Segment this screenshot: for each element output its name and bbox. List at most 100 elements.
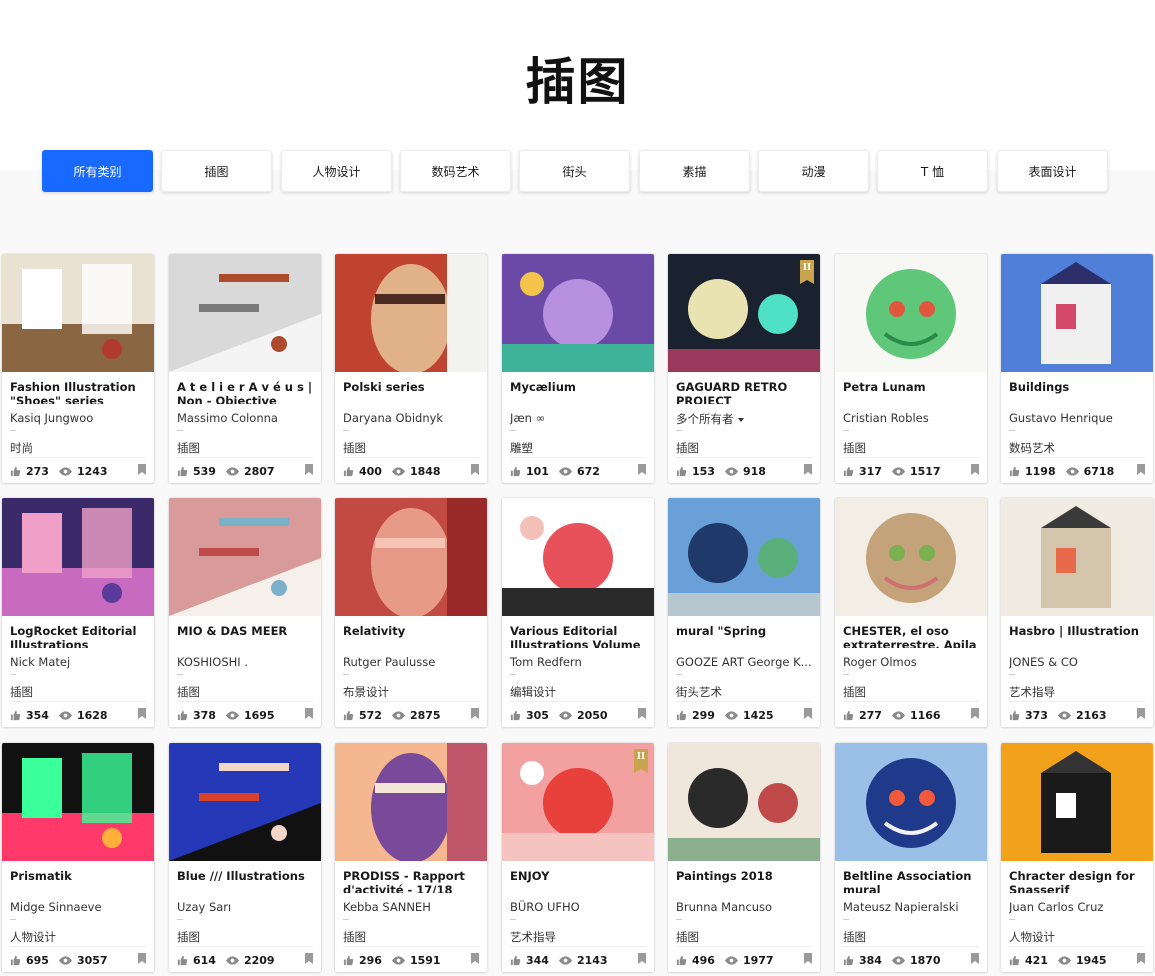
project-field[interactable]: 插图 <box>343 440 483 456</box>
neon-brain-cover[interactable] <box>2 743 154 861</box>
project-card[interactable]: Mycælium Jæn ∞ 雕塑 101 672 <box>502 254 654 483</box>
project-field[interactable]: 插图 <box>843 440 983 456</box>
project-owner[interactable]: Tom Redfern <box>510 655 650 671</box>
bookmark-icon[interactable] <box>804 464 812 475</box>
project-card[interactable]: Various Editorial Illustrations Volume 1… <box>502 498 654 727</box>
bookmark-icon[interactable] <box>638 464 646 475</box>
bookmark-icon[interactable] <box>305 953 313 964</box>
owner-name[interactable]: Daryana Obidnyk <box>343 411 443 425</box>
project-card[interactable]: PRODISS - Rapport d'activité - 17/18 Keb… <box>335 743 487 972</box>
project-card[interactable]: Relativity Rutger Paulusse 布景设计 572 2875 <box>335 498 487 727</box>
bear-painting-cover[interactable] <box>835 498 987 616</box>
project-owner[interactable]: Kasiq Jungwoo <box>10 411 150 427</box>
project-field[interactable]: 人物设计 <box>10 929 150 945</box>
project-owner[interactable]: Mateusz Napieralski <box>843 900 983 916</box>
project-card[interactable]: II GAGUARD RETRO PROJECT 多个所有者 插图 153 91… <box>668 254 820 483</box>
fashion-illustration-cover[interactable] <box>2 254 154 372</box>
street-mural-cover[interactable] <box>835 743 987 861</box>
owner-name[interactable]: Roger Olmos <box>843 655 917 669</box>
project-card[interactable]: II ENJOY BÜRO UFHO 艺术指导 344 2143 <box>502 743 654 972</box>
house-render-cover[interactable] <box>1001 254 1153 372</box>
project-card[interactable]: Petra Lunam Cristian Robles 插图 317 1517 <box>835 254 987 483</box>
project-field[interactable]: 插图 <box>676 440 816 456</box>
caret-down-icon[interactable] <box>737 417 744 422</box>
project-owner[interactable]: Uzay Sarı <box>177 900 317 916</box>
project-field[interactable]: 编辑设计 <box>510 684 650 700</box>
bookmark-icon[interactable] <box>971 464 979 475</box>
project-owner[interactable]: JONES & CO <box>1009 655 1149 671</box>
project-title[interactable]: GAGUARD RETRO PROJECT <box>676 380 816 404</box>
retro-spheres-cover[interactable] <box>668 254 820 372</box>
project-field[interactable]: 插图 <box>843 684 983 700</box>
project-owner[interactable]: BÜRO UFHO <box>510 900 650 916</box>
project-owner[interactable]: Midge Sinnaeve <box>10 900 150 916</box>
project-field[interactable]: 人物设计 <box>1009 929 1149 945</box>
project-field[interactable]: 插图 <box>676 929 816 945</box>
project-field[interactable]: 时尚 <box>10 440 150 456</box>
project-owner[interactable]: Massimo Colonna <box>177 411 317 427</box>
bookmark-icon[interactable] <box>305 464 313 475</box>
woman-portrait-cover[interactable] <box>668 743 820 861</box>
project-field[interactable]: 雕塑 <box>510 440 650 456</box>
project-field[interactable]: 插图 <box>177 929 317 945</box>
bookmark-icon[interactable] <box>138 464 146 475</box>
project-card[interactable]: Blue /// Illustrations Uzay Sarı 插图 614 … <box>169 743 321 972</box>
project-owner[interactable]: Juan Carlos Cruz <box>1009 900 1149 916</box>
owner-name[interactable]: Jæn ∞ <box>510 411 545 425</box>
owner-name[interactable]: Brunna Mancuso <box>676 900 772 914</box>
project-owner[interactable]: Jæn ∞ <box>510 411 650 427</box>
project-title[interactable]: Hasbro | Illustration <box>1009 624 1149 648</box>
project-card[interactable]: Paintings 2018 Brunna Mancuso 插图 496 197… <box>668 743 820 972</box>
filter-sketch[interactable]: 素描 <box>639 150 750 192</box>
project-card[interactable]: MIO & DAS MEER KOSHIOSHI . 插图 378 1695 <box>169 498 321 727</box>
owner-name[interactable]: Kasiq Jungwoo <box>10 411 93 425</box>
owner-name[interactable]: BÜRO UFHO <box>510 900 580 914</box>
filter-tshirt[interactable]: T 恤 <box>877 150 988 192</box>
bookmark-icon[interactable] <box>804 953 812 964</box>
owner-name[interactable]: Juan Carlos Cruz <box>1009 900 1103 914</box>
owner-name[interactable]: KOSHIOSHI . <box>177 655 248 669</box>
filter-anime[interactable]: 动漫 <box>758 150 869 192</box>
project-title[interactable]: Beltline Association mural <box>843 869 983 893</box>
book-cover[interactable] <box>169 498 321 616</box>
project-card[interactable]: A t e l i e r A v é u s | Non - Objectiv… <box>169 254 321 483</box>
owner-name[interactable]: Mateusz Napieralski <box>843 900 959 914</box>
blue-portrait-cover[interactable] <box>169 743 321 861</box>
project-title[interactable]: Buildings <box>1009 380 1149 404</box>
project-title[interactable]: CHESTER, el oso extraterrestre. Apila <box>843 624 983 648</box>
project-title[interactable]: Paintings 2018 <box>676 869 816 893</box>
bookmark-icon[interactable] <box>305 708 313 719</box>
filter-street[interactable]: 街头 <box>519 150 630 192</box>
bookmark-icon[interactable] <box>971 708 979 719</box>
project-owner[interactable]: KOSHIOSHI . <box>177 655 317 671</box>
family-sofa-cover[interactable] <box>1001 498 1153 616</box>
project-owner[interactable]: Roger Olmos <box>843 655 983 671</box>
project-field[interactable]: 插图 <box>343 929 483 945</box>
mural-building-cover[interactable] <box>668 498 820 616</box>
project-title[interactable]: Blue /// Illustrations <box>177 869 317 893</box>
project-title[interactable]: Fashion Illustration "Shoes" series <box>10 380 150 404</box>
project-owner[interactable]: Gustavo Henrique <box>1009 411 1149 427</box>
owner-name[interactable]: Kebba SANNEH <box>343 900 431 914</box>
project-card[interactable]: CHESTER, el oso extraterrestre. Apila Ro… <box>835 498 987 727</box>
bookmark-icon[interactable] <box>138 953 146 964</box>
bookmark-icon[interactable] <box>804 708 812 719</box>
owner-name[interactable]: 多个所有者 <box>676 412 734 426</box>
owner-name[interactable]: Uzay Sarı <box>177 900 231 914</box>
owner-name[interactable]: Tom Redfern <box>510 655 582 669</box>
green-monster-cover[interactable] <box>835 254 987 372</box>
filter-all-categories[interactable]: 所有类别 <box>42 150 153 192</box>
bookmark-icon[interactable] <box>971 953 979 964</box>
bookmark-icon[interactable] <box>1137 464 1145 475</box>
project-title[interactable]: Mycælium <box>510 380 650 404</box>
project-title[interactable]: Chracter design for Snasserif <box>1009 869 1149 893</box>
project-field[interactable]: 布景设计 <box>343 684 483 700</box>
furniture-render-cover[interactable] <box>169 254 321 372</box>
project-owner[interactable]: Rutger Paulusse <box>343 655 483 671</box>
project-owner[interactable]: Nick Matej <box>10 655 150 671</box>
project-title[interactable]: Relativity <box>343 624 483 648</box>
project-card[interactable]: Prismatik Midge Sinnaeve 人物设计 695 3057 <box>2 743 154 972</box>
project-field[interactable]: 插图 <box>177 440 317 456</box>
filter-digital-art[interactable]: 数码艺术 <box>400 150 511 192</box>
bookmark-icon[interactable] <box>638 953 646 964</box>
